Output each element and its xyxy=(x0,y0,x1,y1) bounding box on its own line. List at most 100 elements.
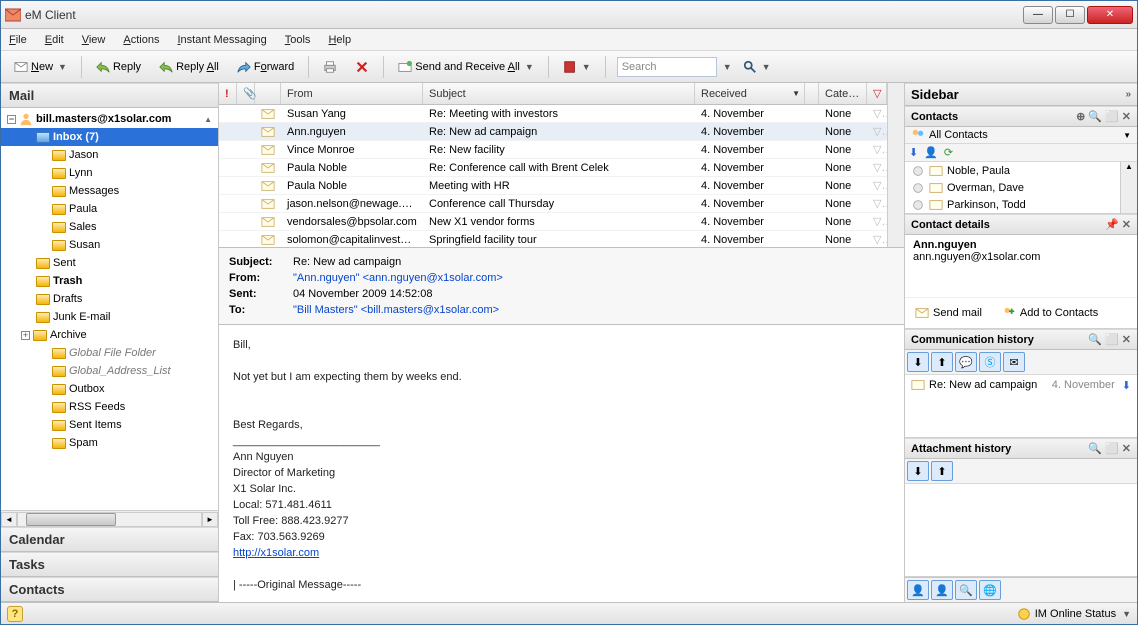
col-received[interactable]: Received▼ xyxy=(695,83,805,104)
presence-4-icon[interactable]: 🌐 xyxy=(979,580,1001,600)
message-row[interactable]: Paula NobleRe: Conference call with Bren… xyxy=(219,159,887,177)
sort-down-icon[interactable]: ⬇ xyxy=(909,146,918,159)
im-status-dropdown[interactable]: ▼ xyxy=(1122,609,1131,619)
folder-paula[interactable]: Paula xyxy=(1,200,218,218)
filter-chat-icon[interactable]: 💬 xyxy=(955,352,977,372)
presence-2-icon[interactable]: 👤 xyxy=(931,580,953,600)
refresh-icon[interactable]: ⟳ xyxy=(944,146,953,159)
presence-1-icon[interactable]: 👤 xyxy=(907,580,929,600)
message-row[interactable]: vendorsales@bpsolar.comNew X1 vendor for… xyxy=(219,213,887,231)
flag-icon[interactable]: ▽ xyxy=(867,179,887,192)
contacts-scrollbar[interactable]: ▲ xyxy=(1120,162,1137,213)
im-status-label[interactable]: IM Online Status xyxy=(1035,608,1116,620)
contact-row[interactable]: Noble, Paula xyxy=(905,162,1120,179)
contact-row[interactable]: Parkinson, Todd xyxy=(905,196,1120,213)
message-row[interactable]: Paula NobleMeeting with HR4. NovemberNon… xyxy=(219,177,887,195)
search-icon[interactable]: 🔍 xyxy=(1088,110,1102,123)
minimize-button[interactable]: — xyxy=(1023,6,1053,24)
close-icon[interactable]: ✕ xyxy=(1122,218,1131,231)
close-icon[interactable]: ✕ xyxy=(1122,333,1131,346)
print-button[interactable] xyxy=(316,57,344,77)
flag-icon[interactable]: ▽ xyxy=(867,233,887,246)
search-input[interactable]: Search xyxy=(617,57,717,77)
new-button[interactable]: New▼ xyxy=(7,57,74,77)
search-icon[interactable]: 🔍 xyxy=(1088,333,1102,346)
col-category[interactable]: Cate… xyxy=(819,83,867,104)
filter-down-icon[interactable]: ⬇ xyxy=(907,461,929,481)
flag-icon[interactable]: ▽ xyxy=(867,161,887,174)
menu-help[interactable]: Help xyxy=(328,34,351,46)
sidebar-collapse-icon[interactable]: » xyxy=(1125,89,1131,100)
folder-drafts[interactable]: Drafts xyxy=(1,290,218,308)
folder-sent[interactable]: Sent xyxy=(1,254,218,272)
user-icon[interactable]: 👤 xyxy=(924,146,938,159)
col-sort[interactable] xyxy=(805,83,819,104)
reply-all-button[interactable]: Reply All xyxy=(152,57,226,77)
search-icon[interactable]: 🔍 xyxy=(1088,442,1102,455)
flag-icon[interactable]: ▽ xyxy=(867,143,887,156)
folder-junk-e-mail[interactable]: Junk E-mail xyxy=(1,308,218,326)
menu-view[interactable]: View xyxy=(82,34,106,46)
presence-3-icon[interactable]: 🔍 xyxy=(955,580,977,600)
contacts-section[interactable]: Contacts xyxy=(1,577,218,602)
folder-messages[interactable]: Messages xyxy=(1,182,218,200)
menu-actions[interactable]: Actions xyxy=(123,34,159,46)
tasks-section[interactable]: Tasks xyxy=(1,552,218,577)
menu-im[interactable]: Instant Messaging xyxy=(177,34,266,46)
delete-button[interactable] xyxy=(348,57,376,77)
grid-v-scrollbar[interactable] xyxy=(887,83,904,247)
contact-row[interactable]: Overman, Dave xyxy=(905,179,1120,196)
filter-up-icon[interactable]: ⬆ xyxy=(931,461,953,481)
filter-mail-icon[interactable]: ✉ xyxy=(1003,352,1025,372)
message-row[interactable]: Ann.nguyenRe: New ad campaign4. November… xyxy=(219,123,887,141)
col-priority[interactable]: ! xyxy=(219,83,237,104)
menu-tools[interactable]: Tools xyxy=(285,34,311,46)
addressbook-button[interactable]: ▼ xyxy=(556,57,598,77)
help-icon[interactable]: ? xyxy=(7,606,23,622)
preview-body[interactable]: Bill, Not yet but I am expecting them by… xyxy=(219,325,904,602)
col-filter[interactable]: ▽ xyxy=(867,83,887,104)
message-row[interactable]: solomon@capitalinvestment.Springfield fa… xyxy=(219,231,887,247)
scroll-up-icon[interactable]: ▲ xyxy=(204,115,212,124)
forward-button[interactable]: Forward xyxy=(230,57,301,77)
message-row[interactable]: jason.nelson@newage.comConference call T… xyxy=(219,195,887,213)
folder-global-address-list[interactable]: Global_Address_List xyxy=(1,362,218,380)
close-button[interactable]: ✕ xyxy=(1087,6,1133,24)
to-value[interactable]: "Bill Masters" <bill.masters@x1solar.com… xyxy=(293,302,499,318)
calendar-section[interactable]: Calendar xyxy=(1,527,218,552)
folder-outbox[interactable]: Outbox xyxy=(1,380,218,398)
folder-lynn[interactable]: Lynn xyxy=(1,164,218,182)
expand-icon[interactable]: + xyxy=(21,331,30,340)
pin-icon[interactable]: 📌 xyxy=(1105,218,1119,231)
col-from[interactable]: From xyxy=(281,83,423,104)
col-icon[interactable] xyxy=(255,83,281,104)
folder-sales[interactable]: Sales xyxy=(1,218,218,236)
filter-down-icon[interactable]: ⬇ xyxy=(907,352,929,372)
close-icon[interactable]: ✕ xyxy=(1122,442,1131,455)
from-value[interactable]: "Ann.nguyen" <ann.nguyen@x1solar.com> xyxy=(293,270,503,286)
send-mail-button[interactable]: Send mail xyxy=(911,304,986,322)
folder-inbox-7-[interactable]: Inbox (7) xyxy=(1,128,218,146)
search-go-button[interactable]: ▼ xyxy=(736,57,778,77)
folder-trash[interactable]: Trash xyxy=(1,272,218,290)
send-receive-button[interactable]: Send and Receive All▼ xyxy=(391,57,541,77)
folder-spam[interactable]: Spam xyxy=(1,434,218,452)
flag-icon[interactable]: ▽ xyxy=(867,125,887,138)
flag-icon[interactable]: ▽ xyxy=(867,107,887,120)
folder-sent-items[interactable]: Sent Items xyxy=(1,416,218,434)
all-contacts-row[interactable]: All Contacts▼ xyxy=(905,127,1137,144)
menu-edit[interactable]: Edit xyxy=(45,34,64,46)
close-icon[interactable]: ✕ xyxy=(1122,110,1131,123)
undock-icon[interactable]: ⬜ xyxy=(1105,333,1119,346)
search-dropdown[interactable]: ▼ xyxy=(723,62,732,72)
comm-item[interactable]: Re: New ad campaign4. November⬇ xyxy=(905,375,1137,395)
col-attachment[interactable]: 📎 xyxy=(237,83,255,104)
message-row[interactable]: Susan YangRe: Meeting with investors4. N… xyxy=(219,105,887,123)
menu-file[interactable]: File xyxy=(9,34,27,46)
message-grid[interactable]: Susan YangRe: Meeting with investors4. N… xyxy=(219,105,887,247)
filter-up-icon[interactable]: ⬆ xyxy=(931,352,953,372)
message-row[interactable]: Vince MonroeRe: New facility4. NovemberN… xyxy=(219,141,887,159)
folder-archive[interactable]: +Archive xyxy=(1,326,218,344)
reply-button[interactable]: Reply xyxy=(89,57,148,77)
col-subject[interactable]: Subject xyxy=(423,83,695,104)
